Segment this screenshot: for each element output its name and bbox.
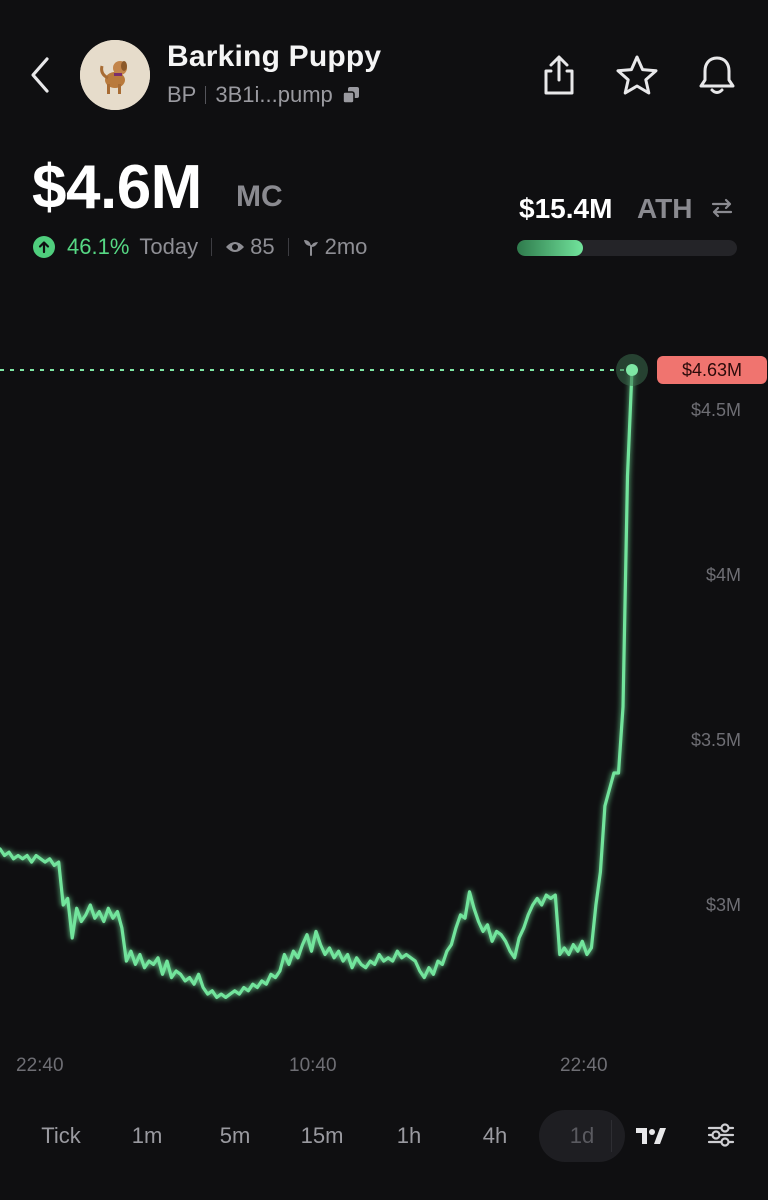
divider: [211, 238, 213, 256]
ath-label: ATH: [637, 193, 693, 224]
x-tick-label: 22:40: [560, 1055, 608, 1076]
y-tick-label: $4M: [706, 565, 741, 585]
timeframe-tick[interactable]: Tick: [22, 1110, 100, 1162]
watchers-count: 85: [250, 234, 275, 259]
token-subtitle: BP 3B1i...pump: [167, 82, 360, 108]
timeframe-5m[interactable]: 5m: [198, 1110, 272, 1162]
tradingview-icon[interactable]: [632, 1118, 670, 1154]
price-series-line: [0, 368, 634, 1000]
token-avatar: [80, 40, 150, 110]
eye-icon: [225, 240, 245, 254]
copy-icon[interactable]: [341, 86, 360, 104]
stats-row: 46.1% Today 85 2mo: [33, 234, 367, 260]
divider: [287, 238, 289, 256]
ath-progress-fill: [517, 240, 583, 256]
market-cap-unit: MC: [236, 180, 283, 213]
share-button[interactable]: [536, 50, 582, 100]
x-tick-label: 22:40: [16, 1055, 64, 1076]
token-age: 2mo: [324, 234, 368, 259]
chart-settings-icon[interactable]: [702, 1116, 740, 1154]
swap-icon[interactable]: [708, 194, 736, 222]
token-name: Barking Puppy: [167, 40, 382, 73]
star-icon: [616, 55, 658, 95]
change-percent: 46.1%: [67, 234, 130, 259]
back-button[interactable]: [22, 52, 58, 98]
timeframe-1m[interactable]: 1m: [112, 1110, 182, 1162]
timeframe-1d[interactable]: 1d: [539, 1110, 625, 1162]
ath-value: $15.4M: [519, 193, 613, 224]
price-chart[interactable]: $4.5M $4M $3.5M $3M: [0, 340, 768, 1040]
y-tick-label: $3.5M: [691, 730, 741, 750]
token-ticker: BP: [167, 82, 197, 107]
token-address[interactable]: 3B1i...pump: [215, 82, 332, 108]
favorite-button[interactable]: [612, 50, 662, 100]
change-period: Today: [139, 234, 199, 259]
ath-progress-bar: [517, 240, 737, 256]
y-tick-label: $3M: [706, 895, 741, 915]
back-icon: [31, 57, 49, 93]
divider: [205, 86, 207, 104]
share-icon: [544, 55, 574, 95]
sprout-icon: [302, 238, 320, 256]
timeframe-15m[interactable]: 15m: [284, 1110, 360, 1162]
arrow-up-icon: [33, 236, 55, 258]
y-tick-label: $4.5M: [691, 400, 741, 420]
market-cap-value: $4.6M: [32, 153, 202, 222]
last-point-marker: [626, 364, 638, 376]
divider: [611, 1120, 612, 1152]
current-price-tag: $4.63M: [657, 356, 767, 384]
alerts-button[interactable]: [692, 50, 742, 100]
timeframe-1h[interactable]: 1h: [374, 1110, 444, 1162]
bell-icon: [699, 56, 735, 94]
x-tick-label: 10:40: [289, 1055, 337, 1076]
timeframe-4h[interactable]: 4h: [460, 1110, 530, 1162]
